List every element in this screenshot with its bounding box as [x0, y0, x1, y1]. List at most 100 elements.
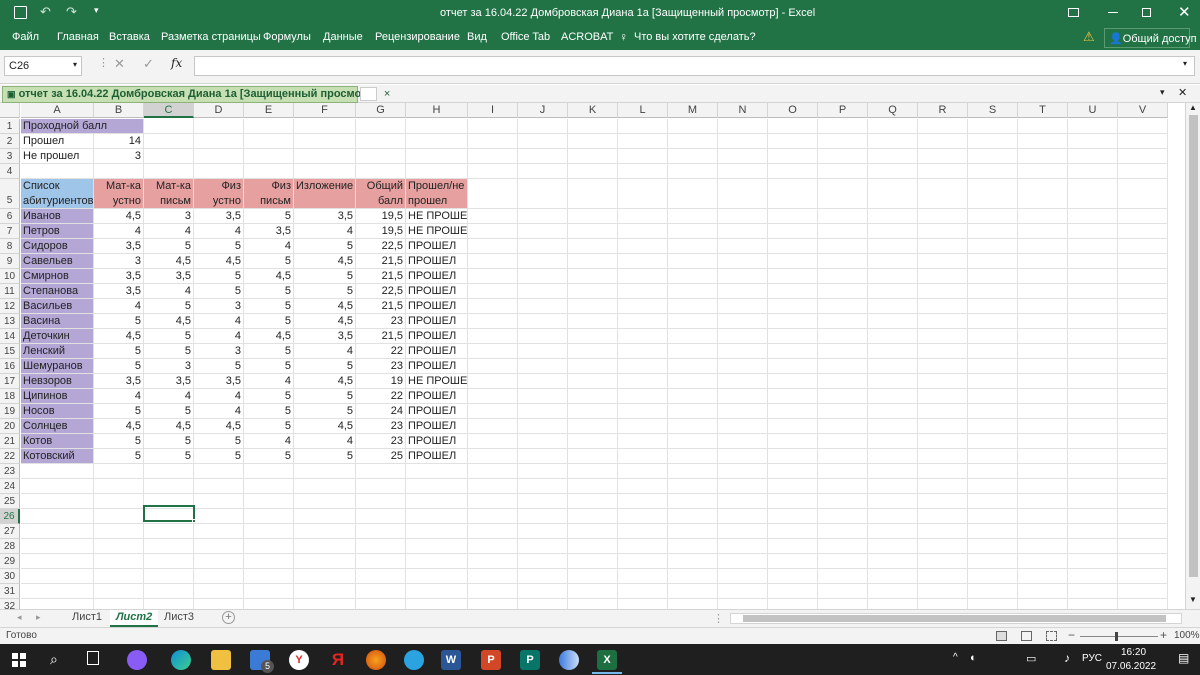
empty-cell[interactable] — [868, 269, 918, 284]
empty-cell[interactable] — [406, 119, 468, 134]
empty-cell[interactable] — [144, 584, 194, 599]
empty-cell[interactable] — [718, 134, 768, 149]
table-header-cell[interactable]: Мат-ка устно — [94, 179, 144, 209]
score-cell[interactable]: 3,5 — [244, 224, 294, 239]
empty-cell[interactable] — [568, 419, 618, 434]
empty-cell[interactable] — [818, 509, 868, 524]
result-cell[interactable]: НЕ ПРОШЕЛ — [406, 209, 468, 224]
empty-cell[interactable] — [918, 479, 968, 494]
score-cell[interactable]: 5 — [244, 254, 294, 269]
empty-cell[interactable] — [21, 584, 94, 599]
empty-cell[interactable] — [94, 524, 144, 539]
empty-cell[interactable] — [144, 599, 194, 609]
score-cell[interactable]: 4,5 — [294, 254, 356, 269]
result-cell[interactable]: ПРОШЕЛ — [406, 284, 468, 299]
empty-cell[interactable] — [518, 224, 568, 239]
empty-cell[interactable] — [468, 449, 518, 464]
column-header-f[interactable]: F — [294, 103, 356, 118]
empty-cell[interactable] — [618, 359, 668, 374]
empty-cell[interactable] — [1068, 224, 1118, 239]
empty-cell[interactable] — [1018, 179, 1068, 209]
empty-cell[interactable] — [518, 479, 568, 494]
row-header-5[interactable]: 5 — [0, 179, 20, 209]
empty-cell[interactable] — [294, 479, 356, 494]
tab-page-layout[interactable]: Разметка страницы — [161, 31, 261, 43]
empty-cell[interactable] — [1018, 539, 1068, 554]
empty-cell[interactable] — [818, 314, 868, 329]
empty-cell[interactable] — [918, 134, 968, 149]
empty-cell[interactable] — [294, 119, 356, 134]
empty-cell[interactable] — [94, 584, 144, 599]
result-cell[interactable]: ПРОШЕЛ — [406, 299, 468, 314]
cancel-icon[interactable]: ✕ — [114, 56, 125, 72]
empty-cell[interactable] — [918, 179, 968, 209]
empty-cell[interactable] — [618, 479, 668, 494]
empty-cell[interactable] — [144, 569, 194, 584]
empty-cell[interactable] — [518, 374, 568, 389]
score-cell[interactable]: 4,5 — [144, 419, 194, 434]
empty-cell[interactable] — [818, 569, 868, 584]
empty-cell[interactable] — [918, 239, 968, 254]
empty-cell[interactable] — [1018, 449, 1068, 464]
empty-cell[interactable] — [94, 164, 144, 179]
empty-cell[interactable] — [718, 524, 768, 539]
empty-cell[interactable] — [868, 329, 918, 344]
empty-cell[interactable] — [668, 164, 718, 179]
empty-cell[interactable] — [668, 149, 718, 164]
empty-cell[interactable] — [1018, 164, 1068, 179]
empty-cell[interactable] — [144, 539, 194, 554]
score-cell[interactable]: 3,5 — [194, 374, 244, 389]
empty-cell[interactable] — [668, 389, 718, 404]
score-cell[interactable]: 5 — [294, 284, 356, 299]
empty-cell[interactable] — [468, 554, 518, 569]
applicant-name-cell[interactable]: Смирнов — [21, 269, 94, 284]
empty-cell[interactable] — [818, 224, 868, 239]
empty-cell[interactable] — [356, 599, 406, 609]
empty-cell[interactable] — [518, 419, 568, 434]
empty-cell[interactable] — [968, 224, 1018, 239]
empty-cell[interactable] — [768, 449, 818, 464]
empty-cell[interactable] — [768, 329, 818, 344]
empty-cell[interactable] — [518, 539, 568, 554]
empty-cell[interactable] — [668, 479, 718, 494]
empty-cell[interactable] — [718, 434, 768, 449]
tab-review[interactable]: Рецензирование — [375, 31, 460, 43]
empty-cell[interactable] — [518, 599, 568, 609]
failed-label-cell[interactable]: Не прошел — [21, 149, 94, 164]
column-header-r[interactable]: R — [918, 103, 968, 118]
tab-data[interactable]: Данные — [323, 31, 363, 43]
column-header-d[interactable]: D — [194, 103, 244, 118]
row-header-12[interactable]: 12 — [0, 299, 20, 314]
score-cell[interactable]: 5 — [294, 269, 356, 284]
empty-cell[interactable] — [668, 239, 718, 254]
score-cell[interactable]: 4,5 — [194, 419, 244, 434]
table-header-cell[interactable]: Общий балл — [356, 179, 406, 209]
empty-cell[interactable] — [818, 329, 868, 344]
empty-cell[interactable] — [518, 464, 568, 479]
empty-cell[interactable] — [244, 539, 294, 554]
empty-cell[interactable] — [244, 554, 294, 569]
empty-cell[interactable] — [668, 224, 718, 239]
empty-cell[interactable] — [618, 464, 668, 479]
empty-cell[interactable] — [1118, 224, 1168, 239]
score-cell[interactable]: 5 — [244, 299, 294, 314]
score-cell[interactable]: 4 — [94, 389, 144, 404]
score-cell[interactable]: 5 — [194, 269, 244, 284]
empty-cell[interactable] — [868, 464, 918, 479]
score-cell[interactable]: 4 — [94, 224, 144, 239]
empty-cell[interactable] — [818, 149, 868, 164]
empty-cell[interactable] — [194, 494, 244, 509]
empty-cell[interactable] — [818, 389, 868, 404]
expand-formula-icon[interactable]: ▾ — [1183, 59, 1187, 68]
score-cell[interactable]: 19,5 — [356, 209, 406, 224]
empty-cell[interactable] — [1018, 419, 1068, 434]
powerpoint-icon[interactable]: P — [481, 650, 501, 670]
score-cell[interactable]: 4 — [294, 434, 356, 449]
score-cell[interactable]: 3,5 — [144, 374, 194, 389]
empty-cell[interactable] — [356, 584, 406, 599]
split-handle-icon[interactable]: ⋮ — [713, 612, 724, 625]
failed-value-cell[interactable]: 3 — [94, 149, 144, 164]
score-cell[interactable]: 3 — [94, 254, 144, 269]
empty-cell[interactable] — [618, 254, 668, 269]
empty-cell[interactable] — [818, 119, 868, 134]
